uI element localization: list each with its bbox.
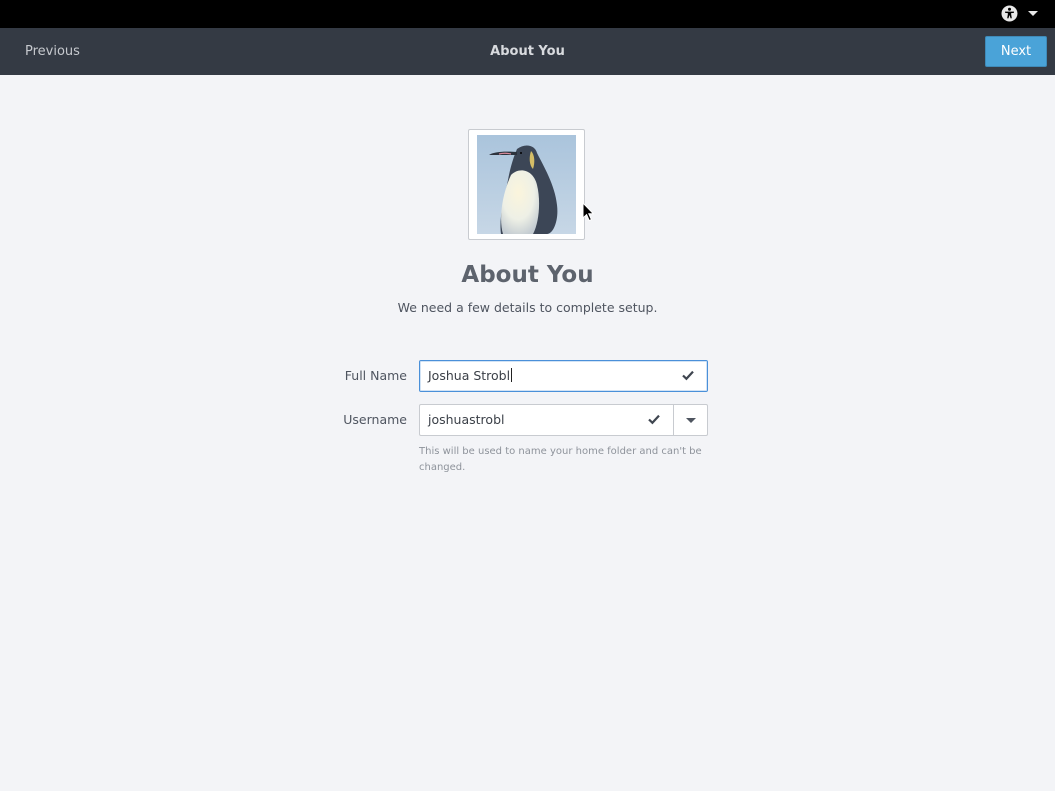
checkmark-icon (648, 414, 660, 425)
page-subtitle: We need a few details to complete setup. (397, 300, 658, 315)
penguin-avatar-image (477, 135, 576, 234)
username-field[interactable]: joshuastrobl (419, 404, 674, 436)
page-title: About You (461, 262, 594, 288)
username-label: Username (343, 412, 407, 427)
next-button[interactable]: Next (985, 36, 1047, 67)
previous-button[interactable]: Previous (14, 36, 91, 67)
top-bar (0, 0, 1055, 28)
header-bar: Previous About You Next (0, 28, 1055, 75)
accessibility-icon[interactable] (1001, 5, 1018, 22)
username-hint: This will be used to name your home fold… (419, 446, 702, 473)
chevron-down-icon[interactable] (1028, 11, 1038, 16)
text-cursor (511, 368, 513, 382)
full-name-value: Joshua Strobl (428, 368, 511, 383)
username-value: joshuastrobl (428, 412, 505, 427)
header-title: About You (490, 44, 565, 59)
full-name-field[interactable]: Joshua Strobl (419, 360, 708, 392)
avatar-button[interactable] (468, 129, 585, 240)
checkmark-icon (682, 370, 694, 381)
mouse-pointer-icon (582, 202, 594, 222)
username-dropdown-button[interactable] (673, 404, 708, 436)
chevron-down-icon (686, 418, 696, 423)
full-name-label: Full Name (344, 368, 407, 383)
